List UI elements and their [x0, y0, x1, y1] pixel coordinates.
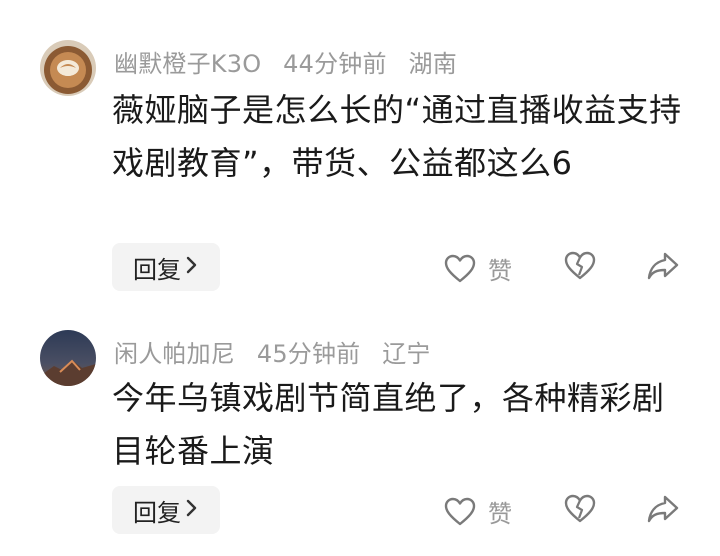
heart-icon	[444, 497, 476, 527]
share-button[interactable]	[646, 251, 680, 281]
avatar[interactable]	[40, 40, 96, 96]
timestamp: 44分钟前	[283, 50, 387, 78]
comment-text[interactable]: 薇娅脑子是怎么长的“通过直播收益支持戏剧教育”，带货、公益都这么6	[112, 84, 682, 190]
reply-button[interactable]: 回复	[112, 243, 220, 291]
comment-meta: 幽默橙子K3O 44分钟前 湖南	[114, 44, 471, 79]
broken-heart-icon	[564, 251, 596, 281]
location: 湖南	[408, 50, 457, 78]
dislike-button[interactable]	[564, 251, 596, 281]
chevron-right-icon	[185, 496, 199, 524]
username[interactable]: 幽默橙子K3O	[114, 50, 261, 78]
avatar[interactable]	[40, 330, 96, 386]
chevron-right-icon	[185, 253, 199, 281]
share-button[interactable]	[646, 494, 680, 524]
timestamp: 45分钟前	[256, 340, 361, 368]
username[interactable]: 闲人帕加尼	[114, 340, 235, 368]
reply-label: 回复	[133, 498, 181, 527]
top-partial-text: …	[326, 0, 386, 4]
share-arrow-icon	[646, 494, 680, 524]
like-label: 赞	[488, 257, 512, 285]
reply-button[interactable]: 回复	[112, 486, 220, 534]
like-label: 赞	[488, 500, 512, 528]
broken-heart-icon	[564, 494, 596, 524]
comment-text[interactable]: 今年乌镇戏剧节简直绝了，各种精彩剧目轮番上演	[112, 372, 682, 478]
like-button[interactable]: 赞	[444, 494, 512, 529]
comment-meta: 闲人帕加尼 45分钟前 辽宁	[114, 334, 445, 369]
dislike-button[interactable]	[564, 494, 596, 524]
heart-icon	[444, 254, 476, 284]
like-button[interactable]: 赞	[444, 251, 512, 286]
location: 辽宁	[382, 340, 431, 368]
reply-label: 回复	[133, 255, 181, 284]
share-arrow-icon	[646, 251, 680, 281]
